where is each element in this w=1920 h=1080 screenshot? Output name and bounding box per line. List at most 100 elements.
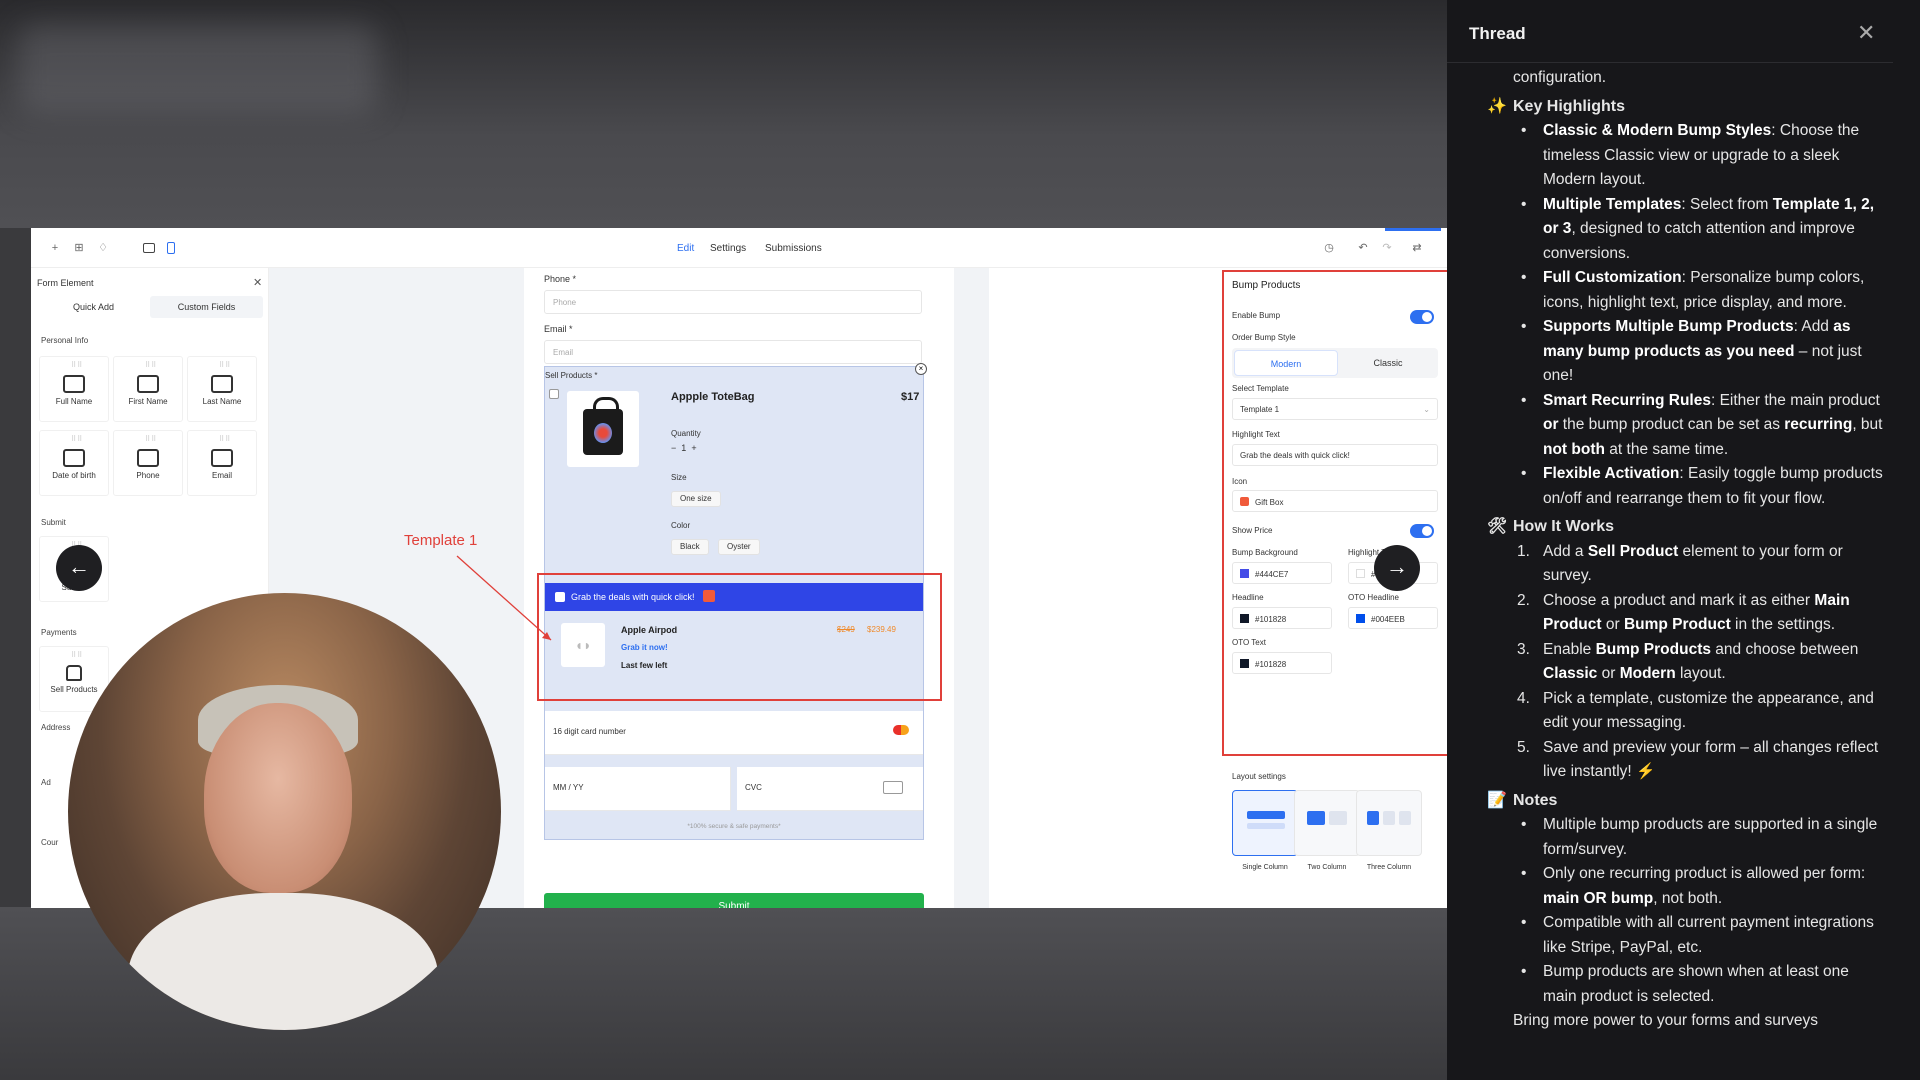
element-date-of-birth[interactable]: ⠿⠿ Date of birth: [39, 430, 109, 496]
card-number-field[interactable]: 16 digit card number: [545, 711, 923, 755]
close-icon[interactable]: ✕: [1857, 20, 1875, 46]
tab-settings[interactable]: Settings: [710, 243, 746, 254]
list-item: 2. Choose a product and mark it as either…: [1517, 591, 1850, 634]
enable-bump-toggle[interactable]: [1410, 310, 1434, 324]
list-item: 5. Save and preview your form – all chang…: [1517, 738, 1879, 781]
list-item: Multiple bump products are supported in …: [1513, 813, 1883, 862]
element-first-name[interactable]: ⠿⠿ First Name: [113, 356, 183, 422]
color-swatch: [1356, 569, 1365, 578]
element-full-name[interactable]: ⠿⠿ Full Name: [39, 356, 109, 422]
mastercard-icon: [893, 725, 909, 735]
style-modern-option[interactable]: Modern: [1234, 350, 1338, 376]
card-cvc-icon: [883, 781, 903, 794]
swap-icon[interactable]: ⇄: [1411, 242, 1423, 254]
color-swatch: [1240, 569, 1249, 578]
list-item: Supports Multiple Bump Products: Add as …: [1513, 315, 1883, 389]
tab-custom-fields[interactable]: Custom Fields: [150, 296, 263, 318]
arrow-left-icon: ←: [68, 554, 90, 579]
phone-icon: [137, 449, 159, 467]
element-address-partial[interactable]: Ad: [41, 778, 51, 787]
phone-field[interactable]: Phone: [544, 290, 922, 314]
secure-payment-note: *100% secure & safe payments*: [687, 823, 781, 830]
bell-icon[interactable]: ♢: [97, 242, 109, 254]
product-price: $17: [901, 391, 920, 403]
list-item: Only one recurring product is allowed pe…: [1513, 862, 1883, 911]
highlight-text-input[interactable]: Grab the deals with quick click!: [1232, 444, 1438, 466]
list-item: Bump products are shown when at least on…: [1513, 960, 1883, 1009]
tab-submissions[interactable]: Submissions: [765, 243, 822, 254]
thread-title: Thread: [1469, 24, 1526, 43]
enable-bump-label: Enable Bump: [1232, 311, 1281, 320]
product-checkbox[interactable]: [549, 389, 559, 399]
style-classic-option[interactable]: Classic: [1340, 350, 1436, 376]
headline-label: Headline: [1232, 593, 1264, 602]
builder-toolbar: + ⊞ ♢ Edit Settings Submissions ◷ ↶ ↷ ⇄: [31, 228, 1447, 268]
close-icon[interactable]: ✕: [253, 276, 262, 289]
section-submit: Submit: [41, 518, 66, 527]
element-phone[interactable]: ⠿⠿ Phone: [113, 430, 183, 496]
presenter-webcam: [68, 593, 501, 1030]
steps-list: 1. Add a Sell Product element to your for…: [1513, 540, 1883, 785]
tote-bag-image: [583, 397, 623, 455]
bump-background-color[interactable]: #444CE7: [1232, 562, 1332, 584]
element-email[interactable]: ⠿⠿ Email: [187, 430, 257, 496]
cvc-field[interactable]: CVC: [737, 767, 923, 811]
bump-background-label: Bump Background: [1232, 548, 1298, 557]
layers-icon[interactable]: ⊞: [73, 242, 85, 254]
undo-icon[interactable]: ↶: [1357, 242, 1369, 254]
list-item: Classic & Modern Bump Styles: Choose the…: [1513, 119, 1883, 193]
how-it-works-heading: 🛠 How It Works: [1487, 515, 1883, 540]
mail-icon: [211, 449, 233, 467]
sparkles-icon: ✨: [1487, 97, 1507, 115]
email-field[interactable]: Email: [544, 340, 922, 364]
expiry-field[interactable]: MM / YY: [545, 767, 731, 811]
tab-quick-add[interactable]: Quick Add: [37, 296, 150, 318]
section-payments: Payments: [41, 628, 77, 637]
layout-single-column[interactable]: [1232, 790, 1298, 856]
color-option-black[interactable]: Black: [671, 539, 709, 555]
color-swatch: [1356, 614, 1365, 623]
history-icon[interactable]: ◷: [1323, 242, 1335, 254]
minus-icon[interactable]: −: [671, 443, 676, 453]
next-arrow-button[interactable]: →: [1374, 545, 1420, 591]
remove-icon[interactable]: ×: [915, 363, 927, 375]
element-country-partial[interactable]: Cour: [41, 838, 58, 847]
add-icon[interactable]: +: [49, 242, 61, 254]
previous-arrow-button[interactable]: ←: [56, 545, 102, 591]
template-select[interactable]: Template 1 ⌄: [1232, 398, 1438, 420]
section-address: Address: [41, 723, 71, 732]
highlight-text-label: Highlight Text: [1232, 430, 1280, 439]
oto-headline-color[interactable]: #004EEB: [1348, 607, 1438, 629]
size-option[interactable]: One size: [671, 491, 721, 507]
color-option-oyster[interactable]: Oyster: [718, 539, 760, 555]
template-annotation: Template 1: [404, 532, 478, 549]
bump-settings-panel: Bump Products Enable Bump Order Bump Sty…: [1214, 268, 1447, 908]
submit-button[interactable]: Submit: [544, 893, 924, 908]
plus-icon[interactable]: +: [691, 443, 696, 453]
chevron-down-icon: ⌄: [1423, 405, 1430, 414]
id-card-icon: [137, 375, 159, 393]
layout-two-column[interactable]: [1294, 790, 1360, 856]
layout-three-column[interactable]: [1356, 790, 1422, 856]
icon-label: Icon: [1232, 477, 1248, 486]
icon-select[interactable]: Gift Box: [1232, 490, 1438, 512]
element-last-name[interactable]: ⠿⠿ Last Name: [187, 356, 257, 422]
mobile-view-icon[interactable]: [167, 242, 175, 254]
tab-edit[interactable]: Edit: [677, 243, 694, 254]
annotation-arrow: [456, 555, 552, 641]
desktop-view-icon[interactable]: [143, 243, 155, 253]
product-name: Appple ToteBag: [671, 391, 755, 403]
quantity-stepper[interactable]: − 1 +: [671, 443, 715, 459]
id-card-icon: [211, 375, 233, 393]
template-highlight-box: [537, 573, 942, 701]
list-item: Smart Recurring Rules: Either the main p…: [1513, 389, 1883, 463]
show-price-toggle[interactable]: [1410, 524, 1434, 538]
headline-color[interactable]: #101828: [1232, 607, 1332, 629]
oto-text-color[interactable]: #101828: [1232, 652, 1332, 674]
list-item: 3. Enable Bump Products and choose betwee…: [1517, 640, 1859, 683]
outro-text: Bring more power to your forms and surve…: [1513, 1012, 1818, 1029]
redo-icon[interactable]: ↷: [1381, 242, 1393, 254]
notes-list: Multiple bump products are supported in …: [1513, 813, 1883, 1009]
highlights-list: Classic & Modern Bump Styles: Choose the…: [1513, 119, 1883, 511]
list-item: Flexible Activation: Easily toggle bump …: [1513, 462, 1883, 511]
